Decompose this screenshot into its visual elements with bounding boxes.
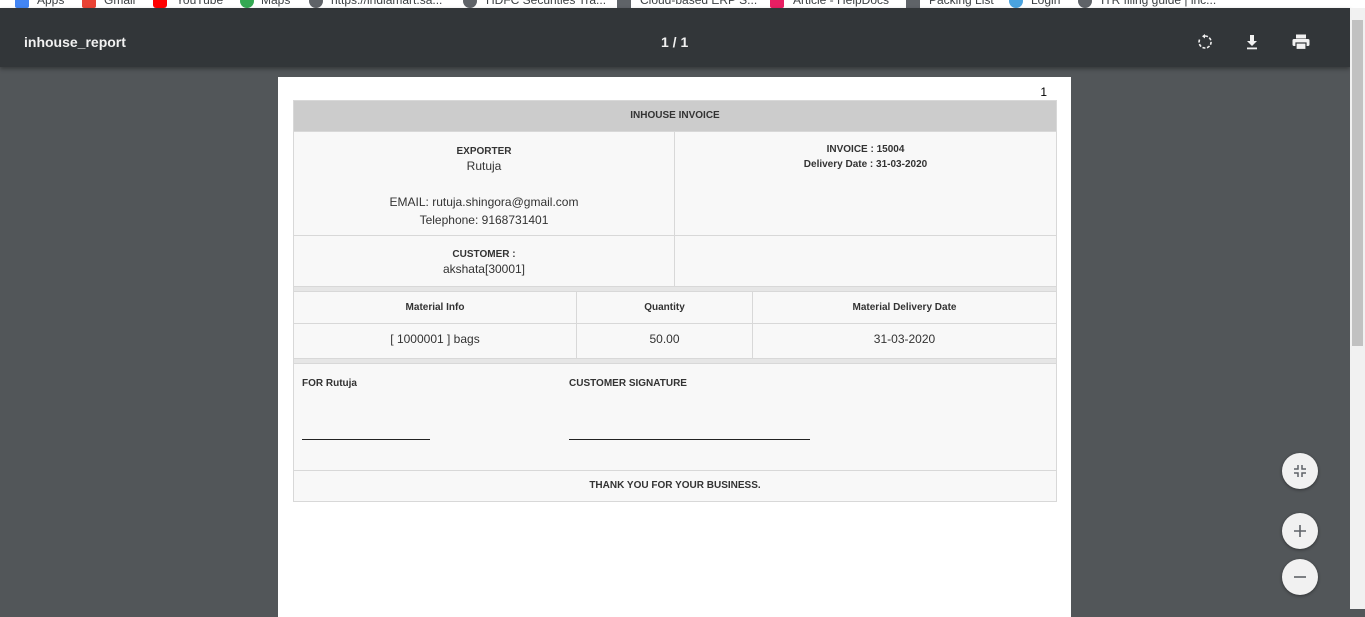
invoice-table: INHOUSE INVOICE EXPORTER Rutuja EMAIL: r… xyxy=(293,100,1057,502)
helpdocs-icon xyxy=(770,0,784,8)
material-info-header: Material Info xyxy=(294,292,576,323)
globe-icon xyxy=(463,0,477,8)
page-number: 1 xyxy=(1040,85,1047,99)
bookmark-article[interactable]: Article - HelpDocs xyxy=(793,0,889,8)
download-button[interactable] xyxy=(1238,28,1266,56)
customer-cell: CUSTOMER : akshata[30001] xyxy=(294,236,674,286)
bookmark-login[interactable]: Login xyxy=(1031,0,1060,8)
material-info-value: [ 1000001 ] bags xyxy=(294,324,576,358)
zoom-out-button[interactable] xyxy=(1282,559,1318,595)
for-label: FOR Rutuja xyxy=(302,378,357,389)
apps-icon xyxy=(15,0,29,8)
exporter-name: Rutuja xyxy=(466,159,502,173)
customer-signature-label: CUSTOMER SIGNATURE xyxy=(569,378,687,389)
exporter-telephone: Telephone: 9168731401 xyxy=(419,213,549,227)
bookmark-maps[interactable]: Maps xyxy=(261,0,290,8)
gmail-icon xyxy=(82,0,96,8)
youtube-icon xyxy=(153,0,167,8)
bookmark-packing-list[interactable]: Packing List xyxy=(929,0,994,8)
bookmark-hdfc[interactable]: HDFC Securities Tra... xyxy=(486,0,606,8)
bookmark-youtube[interactable]: YouTube xyxy=(176,0,223,8)
exporter-email: EMAIL: rutuja.shingora@gmail.com xyxy=(389,195,579,209)
customer-signature-line xyxy=(569,439,810,440)
invoice-info-cell: INVOICE : 15004 Delivery Date : 31-03-20… xyxy=(674,132,1056,235)
quantity-header: Quantity xyxy=(576,292,752,323)
bookmark-itr[interactable]: ITR filing guide | inc... xyxy=(1101,0,1216,8)
globe-icon xyxy=(1078,0,1092,8)
material-delivery-date-header: Material Delivery Date xyxy=(752,292,1056,323)
minus-icon xyxy=(1294,576,1306,578)
material-delivery-date-value: 31-03-2020 xyxy=(752,324,1056,358)
bookmark-erp[interactable]: Cloud-based ERP S... xyxy=(640,0,757,8)
table-row: [ 1000001 ] bags 50.00 31-03-2020 xyxy=(294,323,1056,358)
customer-name: akshata[30001] xyxy=(442,262,526,276)
bookmark-gmail[interactable]: Gmail xyxy=(104,0,135,8)
plus-icon xyxy=(1294,525,1306,537)
fit-to-page-button[interactable] xyxy=(1282,453,1318,489)
fit-to-page-icon xyxy=(1294,465,1306,477)
download-icon xyxy=(617,0,631,8)
print-icon xyxy=(1292,34,1310,50)
invoice-heading: INHOUSE INVOICE xyxy=(294,101,1056,131)
globe-icon xyxy=(309,0,323,8)
quantity-value: 50.00 xyxy=(576,324,752,358)
delivery-date: Delivery Date : 31-03-2020 xyxy=(803,159,928,170)
empty-cell xyxy=(674,236,1056,286)
customer-row: CUSTOMER : akshata[30001] xyxy=(294,235,1056,286)
bookmark-indiamart[interactable]: https://indiamart.sa... xyxy=(331,0,442,8)
zoom-in-button[interactable] xyxy=(1282,513,1318,549)
print-button[interactable] xyxy=(1287,28,1315,56)
scrollbar-thumb[interactable] xyxy=(1352,20,1363,346)
exporter-label: EXPORTER xyxy=(456,146,512,157)
download-icon xyxy=(906,0,920,8)
download-icon xyxy=(1247,35,1257,50)
invoice-number: INVOICE : 15004 xyxy=(826,144,905,155)
login-icon xyxy=(1009,0,1023,8)
thank-you-footer: THANK YOU FOR YOUR BUSINESS. xyxy=(294,470,1056,501)
bookmark-apps[interactable]: Apps xyxy=(37,0,64,8)
signature-section: FOR Rutuja CUSTOMER SIGNATURE xyxy=(294,363,1056,470)
rotate-icon xyxy=(1198,34,1212,49)
customer-label: CUSTOMER : xyxy=(452,249,516,260)
page-indicator: 1 / 1 xyxy=(661,34,689,50)
pdf-page: 1 INHOUSE INVOICE EXPORTER Rutuja EMAIL:… xyxy=(278,77,1071,617)
pdf-toolbar: inhouse_report 1 / 1 xyxy=(0,8,1350,67)
rotate-button[interactable] xyxy=(1191,28,1219,56)
document-title: inhouse_report xyxy=(24,34,126,50)
exporter-cell: EXPORTER Rutuja EMAIL: rutuja.shingora@g… xyxy=(294,132,674,235)
exporter-row: EXPORTER Rutuja EMAIL: rutuja.shingora@g… xyxy=(294,131,1056,235)
exporter-signature-line xyxy=(302,439,430,440)
maps-icon xyxy=(240,0,254,8)
material-table-header: Material Info Quantity Material Delivery… xyxy=(294,291,1056,323)
bookmarks-bar: Apps Gmail YouTube Maps https://indiamar… xyxy=(0,0,1365,8)
